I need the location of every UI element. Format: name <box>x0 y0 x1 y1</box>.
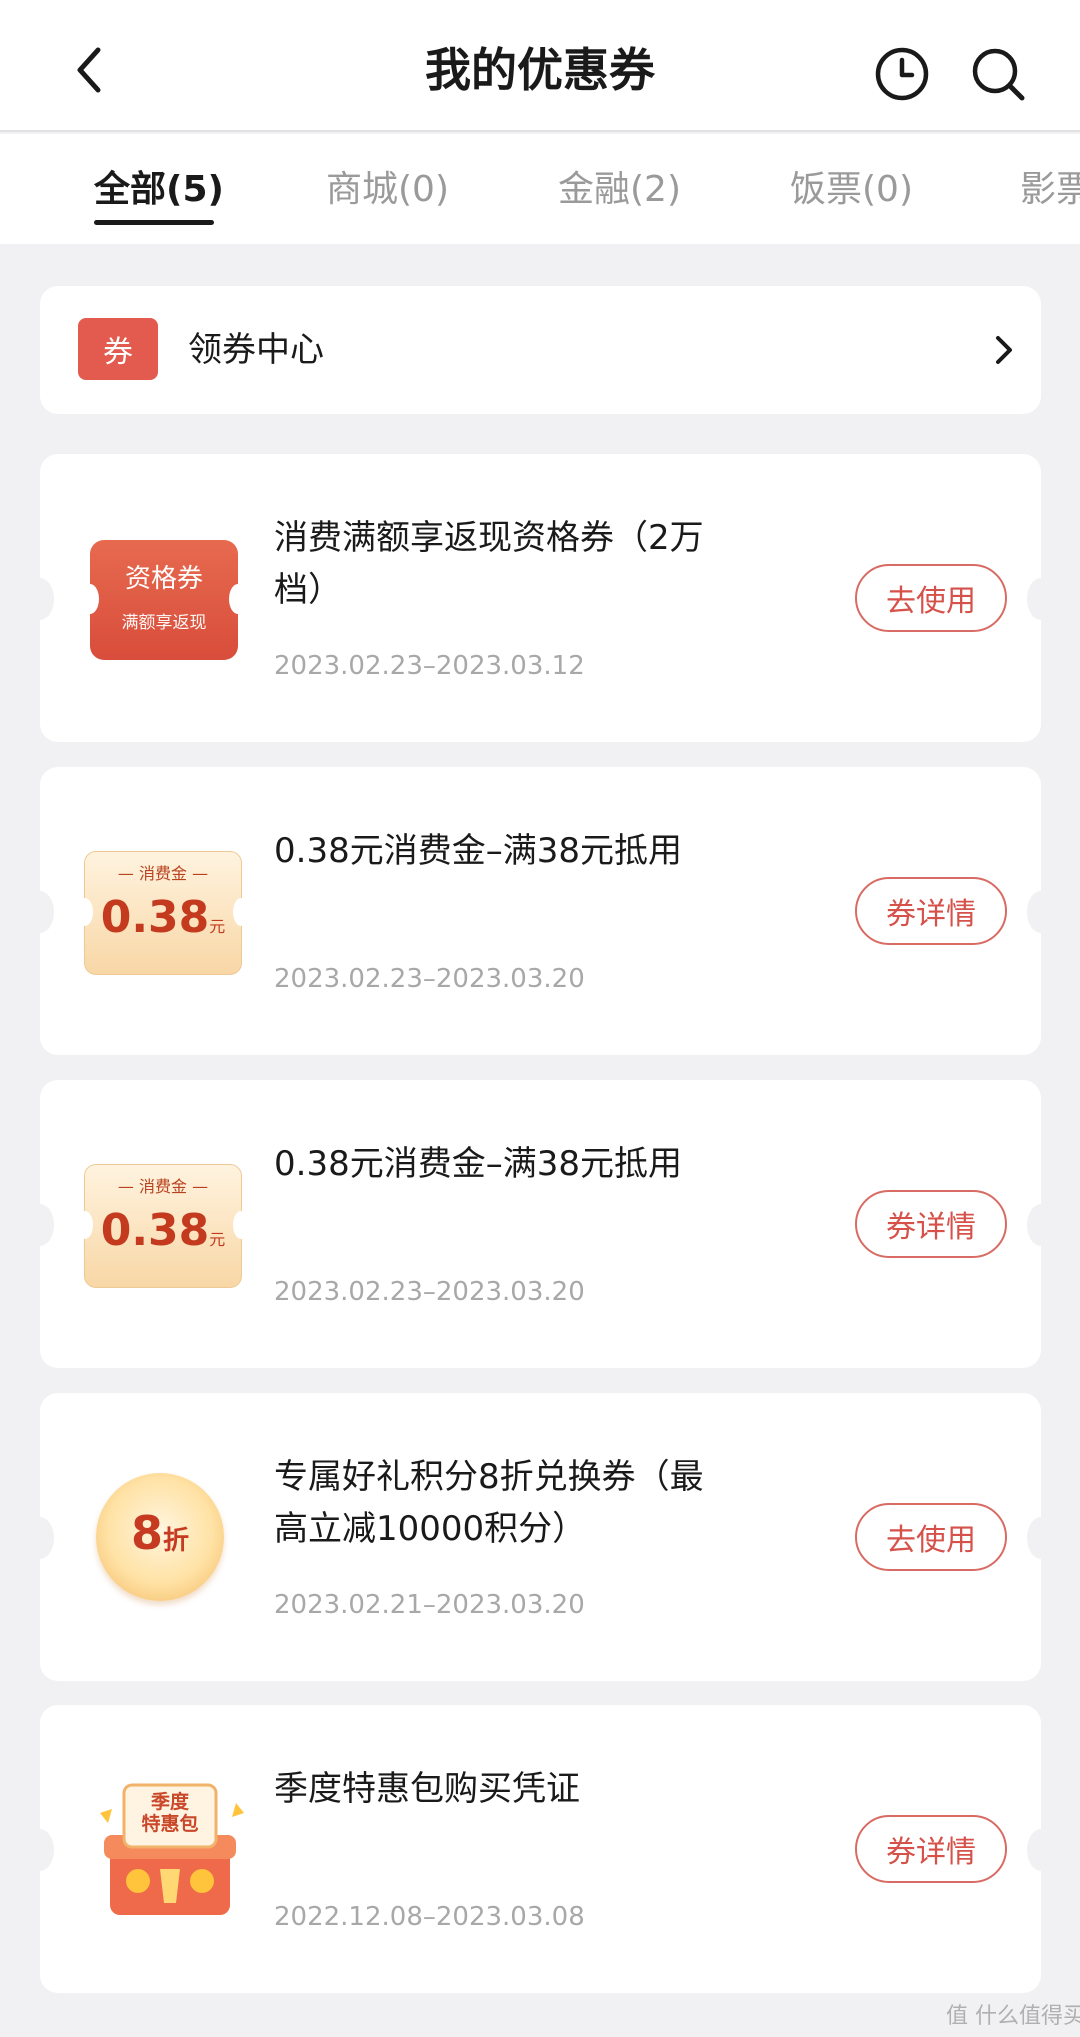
coupon-title: 消费满额享返现资格券（2万档） <box>274 518 704 610</box>
card-notch <box>1027 1829 1055 1871</box>
card-notch <box>26 1204 54 1246</box>
history-clock-icon[interactable] <box>872 44 932 104</box>
qualification-coupon-thumbnail: 资格券 满额享返现 <box>81 540 247 660</box>
cashback-coupon-thumbnail: — 消费金 — 0.38元 <box>77 851 249 975</box>
chevron-right-icon <box>988 332 1018 368</box>
card-notch <box>1027 891 1055 933</box>
card-notch <box>26 1517 54 1559</box>
tab-mall[interactable]: 商城(0) <box>326 166 449 214</box>
tab-all[interactable]: 全部(5) <box>94 166 224 214</box>
search-icon[interactable] <box>968 44 1028 104</box>
use-coupon-button[interactable]: 去使用 <box>855 1503 1007 1571</box>
watermark: 值 什么值得买 <box>946 2004 1080 2029</box>
tab-finance[interactable]: 金融(2) <box>558 166 681 214</box>
gift-pack-thumbnail: 季度 特惠包 <box>90 1773 250 1923</box>
coupon-card[interactable]: — 消费金 — 0.38元 0.38元消费金–满38元抵用 2023.02.23… <box>26 767 1055 1055</box>
card-notch <box>1027 578 1055 620</box>
coupon-title: 专属好礼积分8折兑换券（最高立减10000积分） <box>274 1457 704 1549</box>
thumb-title: — 消费金 — <box>117 1177 209 1196</box>
active-tab-indicator <box>94 220 214 225</box>
card-notch <box>26 891 54 933</box>
coupon-detail-button[interactable]: 券详情 <box>855 877 1007 945</box>
coupon-card[interactable]: 资格券 满额享返现 消费满额享返现资格券（2万档） 2023.02.23–202… <box>26 454 1055 742</box>
thumb-title: 季度 特惠包 <box>141 1791 199 1835</box>
thumb-value: 8折 <box>130 1506 190 1560</box>
coupon-detail-button[interactable]: 券详情 <box>855 1190 1007 1258</box>
card-notch <box>26 578 54 620</box>
tab-meal-ticket[interactable]: 饭票(0) <box>790 166 913 214</box>
card-notch <box>1027 1517 1055 1559</box>
coupon-card[interactable]: 8折 专属好礼积分8折兑换券（最高立减10000积分） 2023.02.21–2… <box>26 1393 1055 1681</box>
coupon-center-label: 领券中心 <box>188 330 324 370</box>
thumb-subtitle: 满额享返现 <box>121 613 207 633</box>
coupon-validity-date: 2023.02.21–2023.03.20 <box>274 1590 585 1620</box>
card-notch <box>26 1829 54 1871</box>
coupon-card[interactable]: — 消费金 — 0.38元 0.38元消费金–满38元抵用 2023.02.23… <box>26 1080 1055 1368</box>
coupon-card[interactable]: 季度 特惠包 季度特惠包购买凭证 2022.12.08–2023.03.08 券… <box>26 1705 1055 1993</box>
coupon-badge-icon: 券 <box>78 318 158 380</box>
card-notch <box>1027 1204 1055 1246</box>
top-bar: 我的优惠券 <box>0 0 1080 132</box>
thumb-value: 0.38元 <box>100 892 226 943</box>
category-tabs: 全部(5) 商城(0) 金融(2) 饭票(0) 影票 <box>0 134 1080 244</box>
coupon-detail-button[interactable]: 券详情 <box>855 1815 1007 1883</box>
tab-movie-ticket[interactable]: 影票 <box>1020 166 1080 214</box>
cashback-coupon-thumbnail: — 消费金 — 0.38元 <box>77 1164 249 1288</box>
coupon-title: 0.38元消费金–满38元抵用 <box>274 831 682 871</box>
discount-coin-thumbnail: 8折 <box>96 1473 224 1601</box>
use-coupon-button[interactable]: 去使用 <box>855 564 1007 632</box>
thumb-value: 0.38元 <box>100 1205 226 1256</box>
coupon-validity-date: 2023.02.23–2023.03.20 <box>274 964 585 994</box>
thumb-title: — 消费金 — <box>117 864 209 883</box>
coupon-validity-date: 2023.02.23–2023.03.20 <box>274 1277 585 1307</box>
coupon-title: 0.38元消费金–满38元抵用 <box>274 1144 682 1184</box>
coupon-title: 季度特惠包购买凭证 <box>274 1769 580 1809</box>
thumb-title: 资格券 <box>124 564 203 594</box>
coupon-center-entry[interactable]: 券 领券中心 <box>40 286 1041 414</box>
coupon-validity-date: 2022.12.08–2023.03.08 <box>274 1902 585 1932</box>
coupon-validity-date: 2023.02.23–2023.03.12 <box>274 651 585 681</box>
